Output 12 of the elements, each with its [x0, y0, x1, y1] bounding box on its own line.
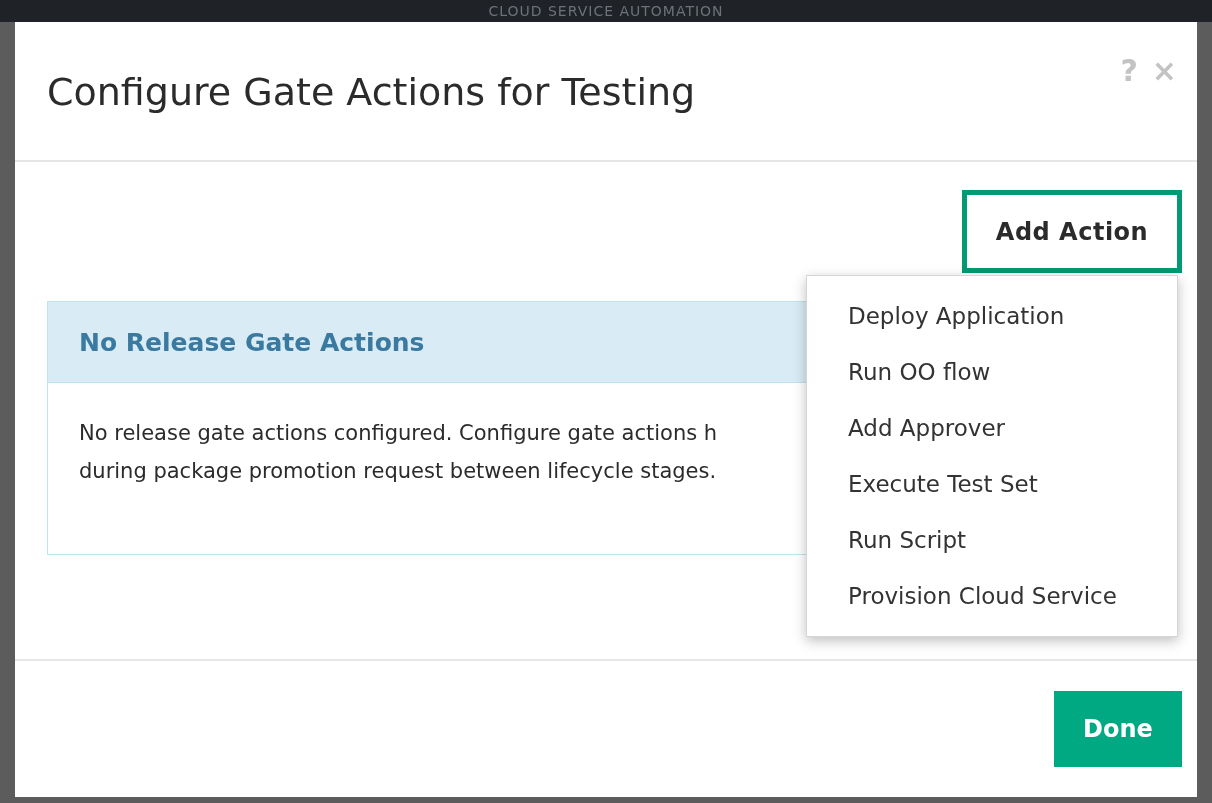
menu-item[interactable]: Execute Test Set [807, 456, 1177, 512]
menu-item[interactable]: Deploy Application [807, 288, 1177, 344]
menu-item[interactable]: Run OO flow [807, 344, 1177, 400]
panel-text: No release gate actions configured. Configure gate actions h [79, 421, 718, 445]
menu-item[interactable]: Run Script [807, 512, 1177, 568]
app-title: CLOUD SERVICE AUTOMATION [488, 3, 724, 19]
menu-item[interactable]: Provision Cloud Service [807, 568, 1177, 624]
panel-title: No Release Gate Actions [79, 327, 425, 357]
add-action-button[interactable]: Add Action [962, 190, 1182, 273]
panel-text: during package promotion request between lifecycle stages. [79, 459, 717, 483]
dialog-title: Configure Gate Actions for Testing [47, 70, 696, 114]
menu-item[interactable]: Add Approver [807, 400, 1177, 456]
